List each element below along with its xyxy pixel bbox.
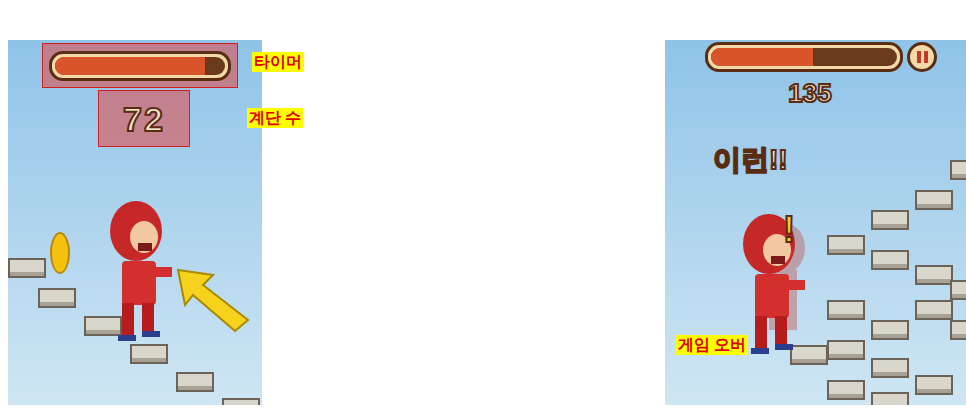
left-section: 72 타이머계단 수 [8,40,338,405]
stair-block [915,300,953,320]
stair-block [827,235,865,255]
right-screen: 135 이런!!! 게임 오버 [665,40,966,405]
stair-block [176,372,214,392]
timer-fill [55,57,205,75]
timer-bar [705,42,903,72]
stair-block [871,210,909,230]
stair-block [950,160,966,180]
steps-annotation: 계단 수 [247,108,303,128]
stair-block [950,280,966,300]
stair-block [827,300,865,320]
stair-block [827,340,865,360]
timer-annotation: 타이머 [252,52,304,72]
exclaim-text: 이런!! [713,146,788,174]
timer-bar [49,51,231,81]
stair-block [38,288,76,308]
stair-block [8,258,46,278]
stair-block [871,250,909,270]
stair-block [130,344,168,364]
pause-button[interactable] [907,42,937,72]
step-count: 135 [788,80,831,106]
coin-icon [50,232,70,274]
stair-block [950,320,966,340]
stair-block [915,375,953,395]
stair-block [915,265,953,285]
stair-block [871,320,909,340]
stair-block [915,190,953,210]
step-count: 72 [123,102,165,136]
stair-block [84,316,122,336]
stair-block [790,345,828,365]
stair-block [222,398,260,405]
stair-block [871,392,909,405]
page: 72 타이머계단 수 135 이런!!! 게임 오버 [0,0,966,419]
stair-block [871,358,909,378]
game-over-annotation: 게임 오버 [676,335,748,355]
left-screen: 72 [8,40,262,405]
step-count-box: 72 [98,90,190,147]
timer-fill [711,48,813,66]
stair-block [827,380,865,400]
alert-mark: ! [783,212,795,248]
arrow-icon [173,265,253,335]
runner-character-icon [100,195,180,345]
